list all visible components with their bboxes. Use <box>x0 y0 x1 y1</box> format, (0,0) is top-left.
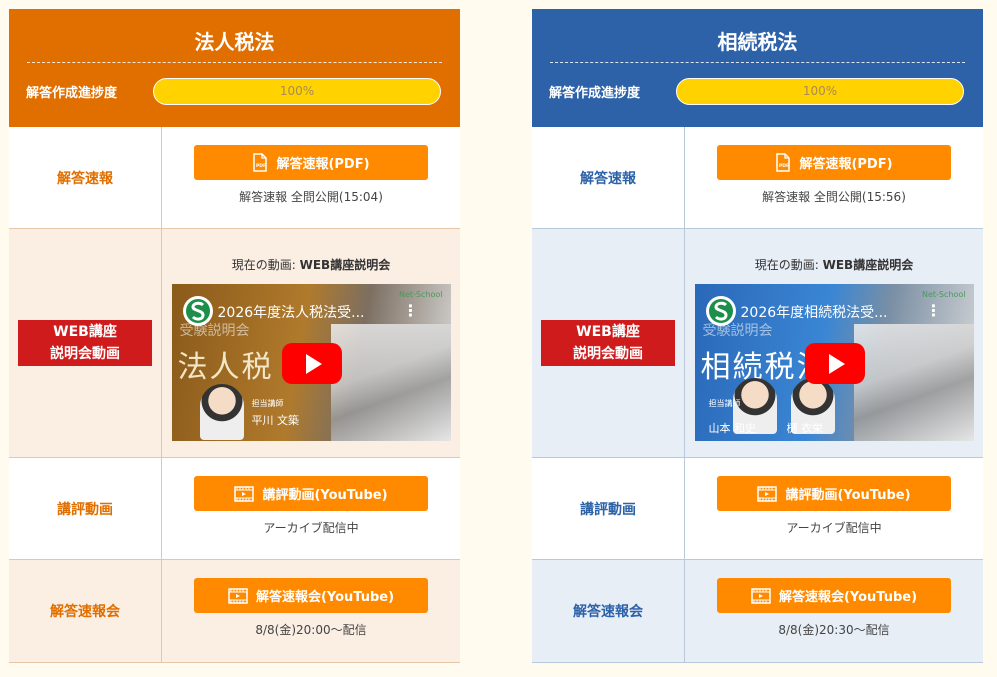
review-youtube-button[interactable]: 講評動画(YouTube) <box>717 476 951 511</box>
row-content: 講評動画(YouTube) アーカイブ配信中 <box>162 458 460 559</box>
review-youtube-button[interactable]: 講評動画(YouTube) <box>194 476 428 511</box>
thumb-name: 平川 文築 <box>251 414 300 427</box>
watermark: Net-School <box>399 290 443 299</box>
pdf-file-icon: PDF <box>252 153 268 172</box>
progress-bar: 100% <box>676 78 964 105</box>
flash-session-note: 8/8(金)20:00〜配信 <box>255 623 367 637</box>
panel-header: 相続税法 解答作成進捗度 100% <box>532 9 983 127</box>
flash-session-note: 8/8(金)20:30〜配信 <box>778 623 890 637</box>
row-web-seminar: WEB講座 説明会動画 現在の動画: WEB講座説明会 受験説明会 法人税 担当… <box>9 229 460 458</box>
panel-header: 法人税法 解答作成進捗度 100% <box>9 9 460 127</box>
instructor-photo <box>199 384 244 440</box>
answer-note: 解答速報 全問公開(15:04) <box>239 190 383 204</box>
row-content: PDF 解答速報(PDF) 解答速報 全問公開(15:56) <box>685 127 983 228</box>
film-icon <box>228 587 248 604</box>
video-title: 2026年度法人税法受... <box>217 305 365 321</box>
row-label: WEB講座 説明会動画 <box>9 229 162 457</box>
progress-label: 解答作成進捗度 <box>26 86 118 101</box>
film-icon <box>234 485 255 502</box>
film-icon <box>751 587 771 604</box>
row-content: 現在の動画: WEB講座説明会 受験説明会 相続税法 担当講師 山本 和史 樋 … <box>685 229 983 457</box>
badge-line1: WEB講座 <box>53 324 117 340</box>
row-flash-session: 解答速報会 解答速報会(YouTube) 8/8(金)20:00〜配信 <box>9 560 460 663</box>
row-label: 解答速報会 <box>532 560 685 662</box>
thumb-name: 山本 和史 <box>708 422 757 435</box>
film-icon <box>757 485 778 502</box>
flash-session-youtube-button[interactable]: 解答速報会(YouTube) <box>717 578 951 613</box>
row-web-seminar: WEB講座 説明会動画 現在の動画: WEB講座説明会 受験説明会 相続税法 担… <box>532 229 983 458</box>
youtube-video-embed[interactable]: 受験説明会 相続税法 担当講師 山本 和史 樋 衣栄 Net-School 20… <box>694 284 974 441</box>
channel-logo-icon <box>182 295 214 327</box>
current-prefix: 現在の動画: <box>754 258 823 272</box>
badge-line2: 説明会動画 <box>573 346 643 362</box>
thumb-role: 担当講師 <box>708 399 741 408</box>
watermark: Net-School <box>922 290 966 299</box>
panel-title: 相続税法 <box>550 9 965 63</box>
answer-pdf-button[interactable]: PDF 解答速報(PDF) <box>194 145 428 180</box>
svg-text:PDF: PDF <box>256 163 266 169</box>
pdf-file-icon: PDF <box>775 153 791 172</box>
row-label: 講評動画 <box>532 458 685 559</box>
current-prefix: 現在の動画: <box>231 258 300 272</box>
progress-row: 解答作成進捗度 100% <box>26 78 442 105</box>
row-content: 講評動画(YouTube) アーカイブ配信中 <box>685 458 983 559</box>
panel-souzokuzei: 相続税法 解答作成進捗度 100% 解答速報 PDF 解答速報(PDF) 解答速… <box>532 9 983 663</box>
row-content: 解答速報会(YouTube) 8/8(金)20:30〜配信 <box>685 560 983 662</box>
row-answer-flash: 解答速報 PDF 解答速報(PDF) 解答速報 全問公開(15:56) <box>532 127 983 229</box>
more-vertical-icon[interactable]: ⋮ <box>926 301 942 320</box>
row-label: 講評動画 <box>9 458 162 559</box>
progress-row: 解答作成進捗度 100% <box>549 78 965 105</box>
row-label: WEB講座 説明会動画 <box>532 229 685 457</box>
button-label: 講評動画(YouTube) <box>262 488 388 503</box>
row-flash-session: 解答速報会 解答速報会(YouTube) 8/8(金)20:30〜配信 <box>532 560 983 663</box>
badge-line2: 説明会動画 <box>50 346 120 362</box>
play-icon[interactable] <box>804 343 865 384</box>
thumb-title: 法人税 <box>177 350 274 385</box>
review-note: アーカイブ配信中 <box>263 521 359 535</box>
button-label: 解答速報(PDF) <box>276 157 370 172</box>
current-video-text: 現在の動画: WEB講座説明会 <box>755 256 913 273</box>
button-label: 解答速報会(YouTube) <box>255 590 395 605</box>
youtube-video-embed[interactable]: 受験説明会 法人税 担当講師 平川 文築 Net-School 2026年度法人… <box>171 284 451 441</box>
flash-session-youtube-button[interactable]: 解答速報会(YouTube) <box>194 578 428 613</box>
row-label: 解答速報 <box>532 127 685 228</box>
row-label: 解答速報 <box>9 127 162 228</box>
channel-logo-icon <box>705 295 737 327</box>
progress-percent: 100% <box>279 84 315 98</box>
thumb-calculator-image <box>853 324 974 441</box>
panel-houjinzei: 法人税法 解答作成進捗度 100% 解答速報 PDF 解答速報(PDF) 解答速… <box>9 9 460 663</box>
badge-line1: WEB講座 <box>576 324 640 340</box>
more-vertical-icon[interactable]: ⋮ <box>403 301 419 320</box>
row-content: 現在の動画: WEB講座説明会 受験説明会 法人税 担当講師 平川 文築 Net… <box>162 229 460 457</box>
row-content: 解答速報会(YouTube) 8/8(金)20:00〜配信 <box>162 560 460 662</box>
row-answer-flash: 解答速報 PDF 解答速報(PDF) 解答速報 全問公開(15:04) <box>9 127 460 229</box>
button-label: 解答速報(PDF) <box>799 157 893 172</box>
thumb-name: 樋 衣栄 <box>786 422 824 435</box>
progress-percent: 100% <box>802 84 838 98</box>
current-video-text: 現在の動画: WEB講座説明会 <box>232 256 390 273</box>
row-content: PDF 解答速報(PDF) 解答速報 全問公開(15:04) <box>162 127 460 228</box>
answer-pdf-button[interactable]: PDF 解答速報(PDF) <box>717 145 951 180</box>
current-title: WEB講座説明会 <box>299 258 391 272</box>
web-seminar-badge: WEB講座 説明会動画 <box>541 320 675 366</box>
play-icon[interactable] <box>281 343 342 384</box>
row-review: 講評動画 講評動画(YouTube) アーカイブ配信中 <box>532 458 983 560</box>
web-seminar-badge: WEB講座 説明会動画 <box>18 320 152 366</box>
button-label: 講評動画(YouTube) <box>785 488 911 503</box>
review-note: アーカイブ配信中 <box>786 521 882 535</box>
row-label: 解答速報会 <box>9 560 162 662</box>
thumb-role: 担当講師 <box>251 399 284 408</box>
row-review: 講評動画 講評動画(YouTube) アーカイブ配信中 <box>9 458 460 560</box>
answer-note: 解答速報 全問公開(15:56) <box>762 190 906 204</box>
button-label: 解答速報会(YouTube) <box>778 590 918 605</box>
progress-bar: 100% <box>153 78 441 105</box>
svg-text:PDF: PDF <box>779 163 789 169</box>
video-title: 2026年度相続税法受... <box>740 305 888 321</box>
thumb-calculator-image <box>330 324 451 441</box>
current-title: WEB講座説明会 <box>822 258 914 272</box>
panel-title: 法人税法 <box>27 9 442 63</box>
progress-label: 解答作成進捗度 <box>549 86 641 101</box>
